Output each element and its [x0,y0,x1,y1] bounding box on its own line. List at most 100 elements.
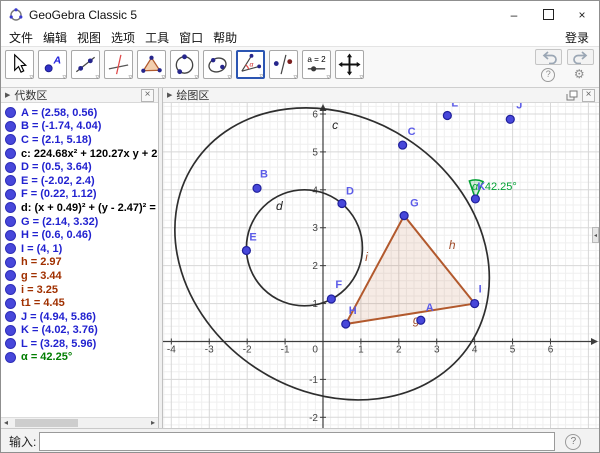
visibility-toggle[interactable] [5,284,16,295]
tool-dropdown-icon[interactable]: ▿ [326,73,330,81]
visibility-toggle[interactable] [5,121,16,132]
point-B[interactable] [253,184,261,192]
graphics-collapse-icon[interactable]: ▶ [167,91,172,99]
point-D[interactable] [338,199,346,207]
graphics-close-icon[interactable]: × [582,89,595,102]
visibility-toggle[interactable] [5,216,16,227]
menu-item-file[interactable]: 文件 [4,29,38,46]
visibility-toggle[interactable] [5,189,16,200]
algebra-item[interactable]: E = (-2.02, 2.4) [1,174,158,188]
angle-tool[interactable]: α▿ [236,50,265,79]
tool-dropdown-icon[interactable]: ▿ [161,73,165,81]
point-L[interactable] [443,112,451,120]
close-button[interactable]: × [565,1,599,28]
algebra-item[interactable]: h = 2.97 [1,256,158,270]
algebra-item[interactable]: G = (2.14, 3.32) [1,215,158,229]
triangle-polygon[interactable] [346,216,475,324]
tool-dropdown-icon[interactable]: ▿ [227,73,231,81]
menu-item-edit[interactable]: 编辑 [38,29,72,46]
command-input[interactable] [39,432,555,451]
algebra-item[interactable]: I = (4, 1) [1,242,158,256]
point-A[interactable] [417,316,425,324]
algebra-item[interactable]: d: (x + 0.49)² + (y - 2.47)² = 2.34 [1,201,158,215]
visibility-toggle[interactable] [5,338,16,349]
visibility-toggle[interactable] [5,243,16,254]
slider-tool[interactable]: a = 2▿ [302,50,331,79]
algebra-item[interactable]: A = (2.58, 0.56) [1,106,158,120]
visibility-toggle[interactable] [5,352,16,363]
algebra-item[interactable]: F = (0.22, 1.12) [1,188,158,202]
algebra-item[interactable]: g = 3.44 [1,269,158,283]
visibility-toggle[interactable] [5,298,16,309]
visibility-toggle[interactable] [5,175,16,186]
login-button[interactable]: 登录 [560,29,599,46]
point-I[interactable] [471,300,479,308]
scroll-left-icon[interactable]: ◂ [4,418,8,427]
visibility-toggle[interactable] [5,325,16,336]
tool-dropdown-icon[interactable]: ▿ [29,73,33,81]
visibility-toggle[interactable] [5,202,16,213]
menu-item-window[interactable]: 窗口 [174,29,208,46]
algebra-close-icon[interactable]: × [141,89,154,102]
algebra-item[interactable]: J = (4.94, 5.86) [1,310,158,324]
tool-dropdown-icon[interactable]: ▿ [293,73,297,81]
move-tool[interactable]: ▿ [5,50,34,79]
visibility-toggle[interactable] [5,148,16,159]
tool-dropdown-icon[interactable]: ▿ [194,73,198,81]
algebra-hscrollbar[interactable]: ◂ ▸ [1,417,158,428]
ellipse-tool[interactable]: ▿ [203,50,232,79]
algebra-item[interactable]: L = (3.28, 5.96) [1,337,158,351]
algebra-item[interactable]: α = 42.25° [1,351,158,365]
graphics-popout-icon[interactable] [566,90,578,101]
tool-dropdown-icon[interactable]: ▿ [62,73,66,81]
line-tool[interactable]: ▿ [71,50,100,79]
tool-dropdown-icon[interactable]: ▿ [128,73,132,81]
circle-tool[interactable]: ▿ [170,50,199,79]
point-E[interactable] [242,246,250,254]
visibility-toggle[interactable] [5,107,16,118]
polygon-tool[interactable]: ▿ [137,50,166,79]
point-G[interactable] [400,212,408,220]
reflect-tool[interactable]: ▿ [269,50,298,79]
menu-item-help[interactable]: 帮助 [208,29,242,46]
point-tool[interactable]: A▿ [38,50,67,79]
visibility-toggle[interactable] [5,230,16,241]
toolbar-help-icon[interactable]: ? [541,68,555,82]
algebra-item[interactable]: i = 3.25 [1,283,158,297]
point-J[interactable] [506,115,514,123]
scroll-thumb[interactable] [15,419,78,427]
tool-dropdown-icon[interactable]: ▿ [359,73,363,81]
tool-dropdown-icon[interactable]: ▿ [95,73,99,81]
settings-gear-icon[interactable]: ⚙ [574,68,585,82]
menu-item-tools[interactable]: 工具 [140,29,174,46]
algebra-item[interactable]: c: 224.68x² + 120.27x y + 250.8 [1,147,158,161]
menu-item-view[interactable]: 视图 [72,29,106,46]
visibility-toggle[interactable] [5,270,16,281]
graphics-canvas[interactable]: -4-3-2-1123456-2-11234560cdhigα42.25°ABC… [163,103,599,428]
visibility-toggle[interactable] [5,134,16,145]
visibility-toggle[interactable] [5,257,16,268]
perpendicular-line-tool[interactable]: ▿ [104,50,133,79]
visibility-toggle[interactable] [5,311,16,322]
visibility-toggle[interactable] [5,162,16,173]
undo-button[interactable] [535,49,562,65]
move-graphics-tool[interactable]: ▿ [335,50,364,79]
algebra-item[interactable]: t1 = 4.45 [1,296,158,310]
algebra-collapse-icon[interactable]: ▶ [5,91,10,99]
point-C[interactable] [399,141,407,149]
algebra-item[interactable]: H = (0.6, 0.46) [1,228,158,242]
input-help-icon[interactable]: ? [565,434,581,450]
scroll-right-icon[interactable]: ▸ [151,418,155,427]
maximize-button[interactable] [531,1,565,28]
minimize-button[interactable]: – [497,1,531,28]
point-H[interactable] [342,320,350,328]
algebra-item[interactable]: D = (0.5, 3.64) [1,160,158,174]
algebra-item[interactable]: K = (4.02, 3.76) [1,324,158,338]
redo-button[interactable] [567,49,594,65]
point-K[interactable] [471,195,479,203]
algebra-item[interactable]: B = (-1.74, 4.04) [1,120,158,134]
algebra-item[interactable]: C = (2.1, 5.18) [1,133,158,147]
tool-dropdown-icon[interactable]: ▿ [259,72,263,80]
menu-item-options[interactable]: 选项 [106,29,140,46]
panel-collapse-handle[interactable]: ◂ [592,227,599,243]
